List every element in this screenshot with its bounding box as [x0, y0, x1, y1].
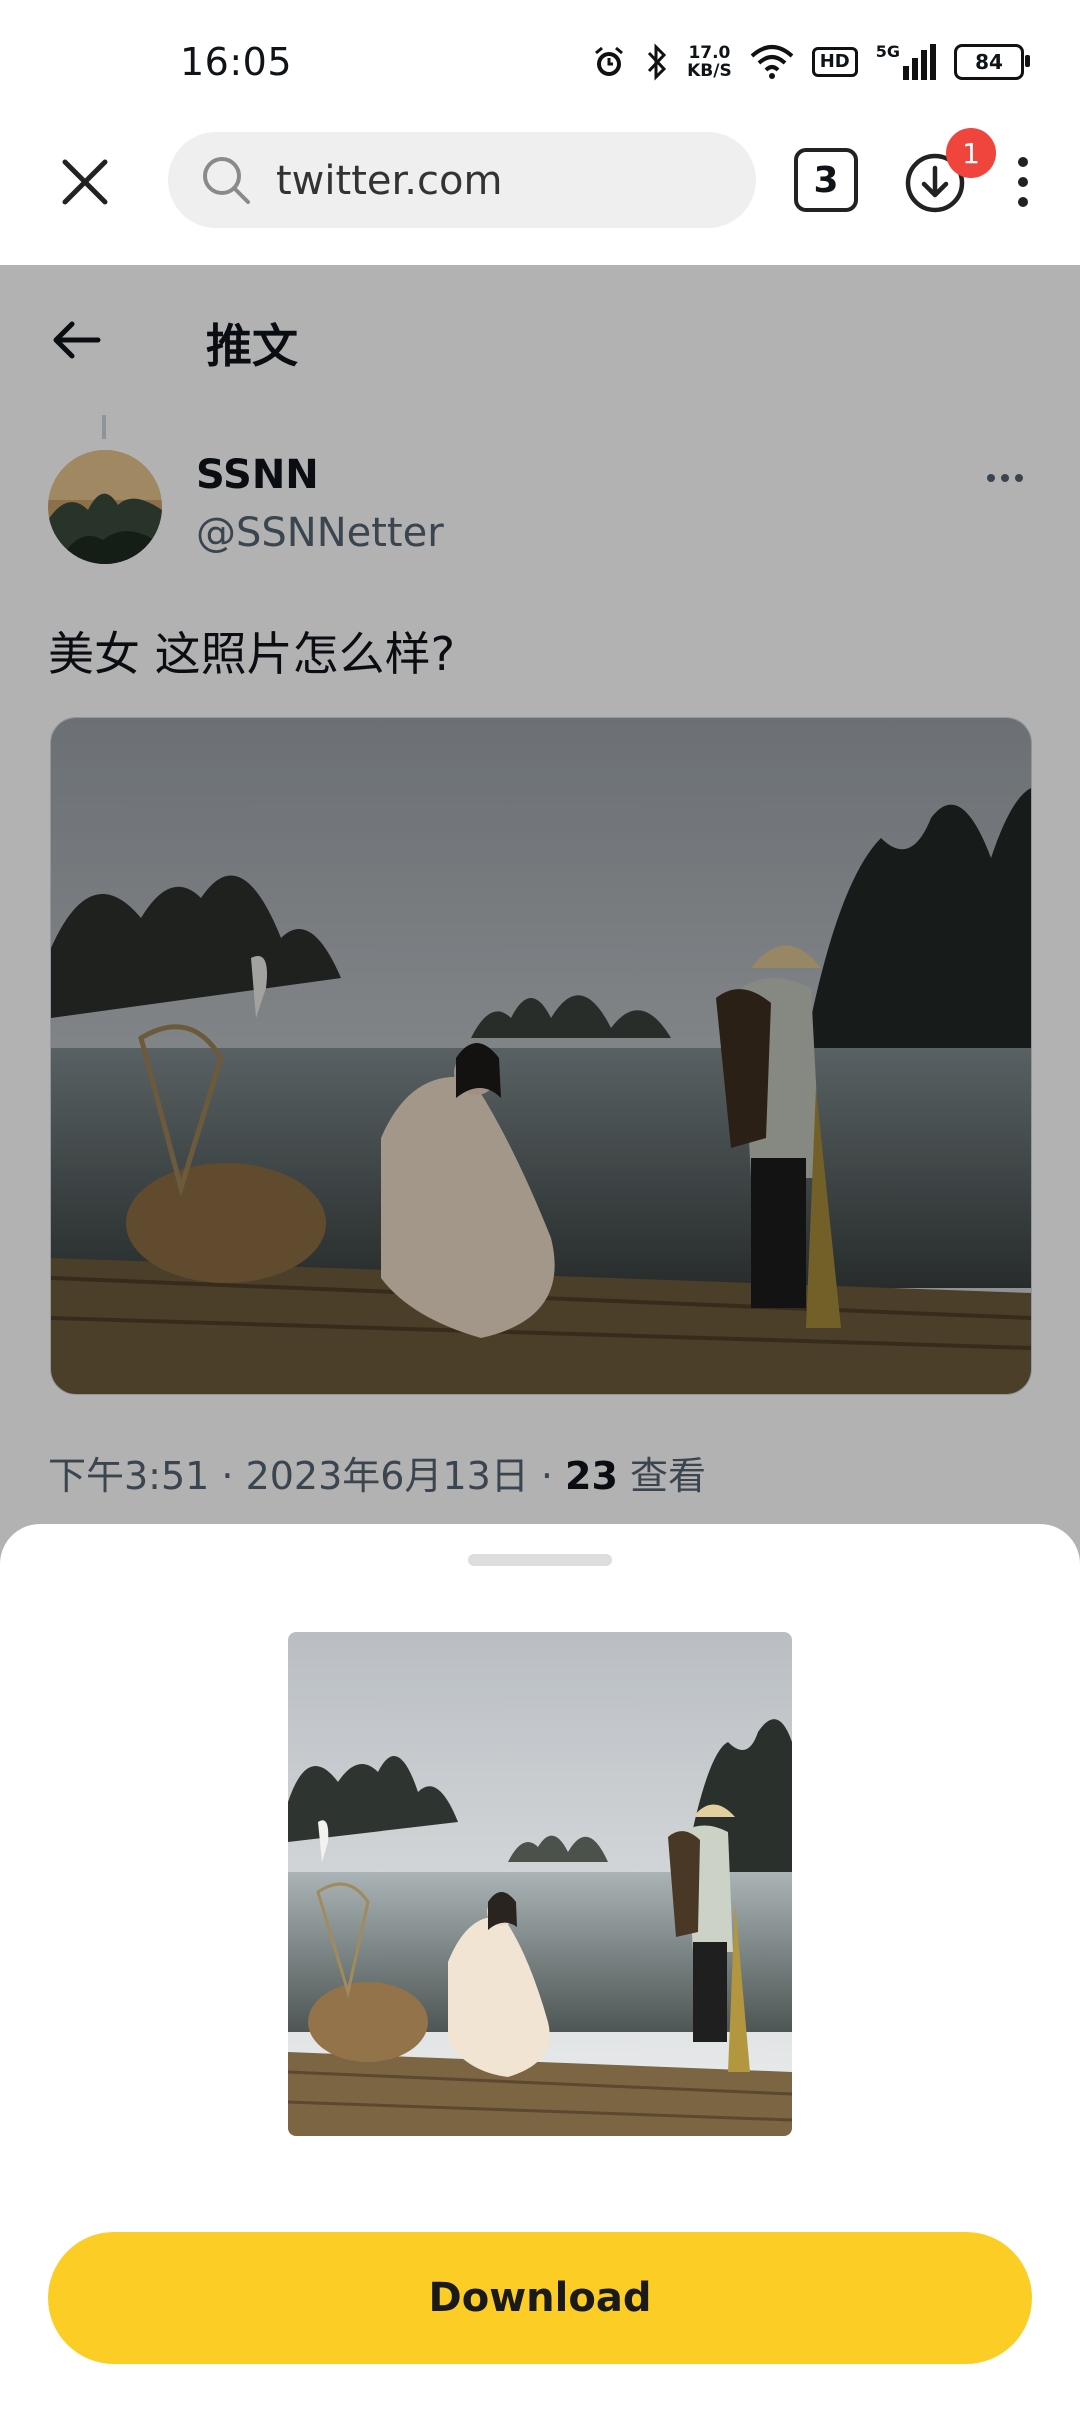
- alarm-icon: [595, 46, 624, 76]
- battery-indicator: 84: [954, 44, 1030, 80]
- sheet-drag-handle[interactable]: [468, 1554, 612, 1566]
- more-vertical-icon[interactable]: [1010, 152, 1036, 212]
- cellular-signal: 5G: [876, 44, 936, 80]
- close-icon[interactable]: [55, 152, 115, 212]
- download-button[interactable]: Download: [48, 2232, 1032, 2364]
- network-type: 5G: [875, 42, 900, 61]
- url-text[interactable]: twitter.com: [276, 158, 502, 204]
- image-preview: [288, 1632, 792, 2136]
- modal-overlay[interactable]: [0, 265, 1080, 1565]
- hd-badge: HD: [811, 47, 858, 77]
- speed-unit: KB/S: [687, 61, 732, 81]
- battery-level: 84: [975, 50, 1003, 74]
- bluetooth-icon: [648, 43, 667, 81]
- download-count-badge: 1: [946, 128, 996, 178]
- tabs-button[interactable]: 3: [794, 148, 858, 212]
- status-icons: 17.0 KB/S HD 5G 84: [591, 38, 1030, 86]
- wifi-icon: [750, 45, 794, 79]
- network-speed: 17.0 KB/S: [687, 44, 732, 80]
- search-icon: [203, 157, 250, 204]
- status-time: 16:05: [180, 40, 293, 84]
- speed-value: 17.0: [688, 43, 731, 63]
